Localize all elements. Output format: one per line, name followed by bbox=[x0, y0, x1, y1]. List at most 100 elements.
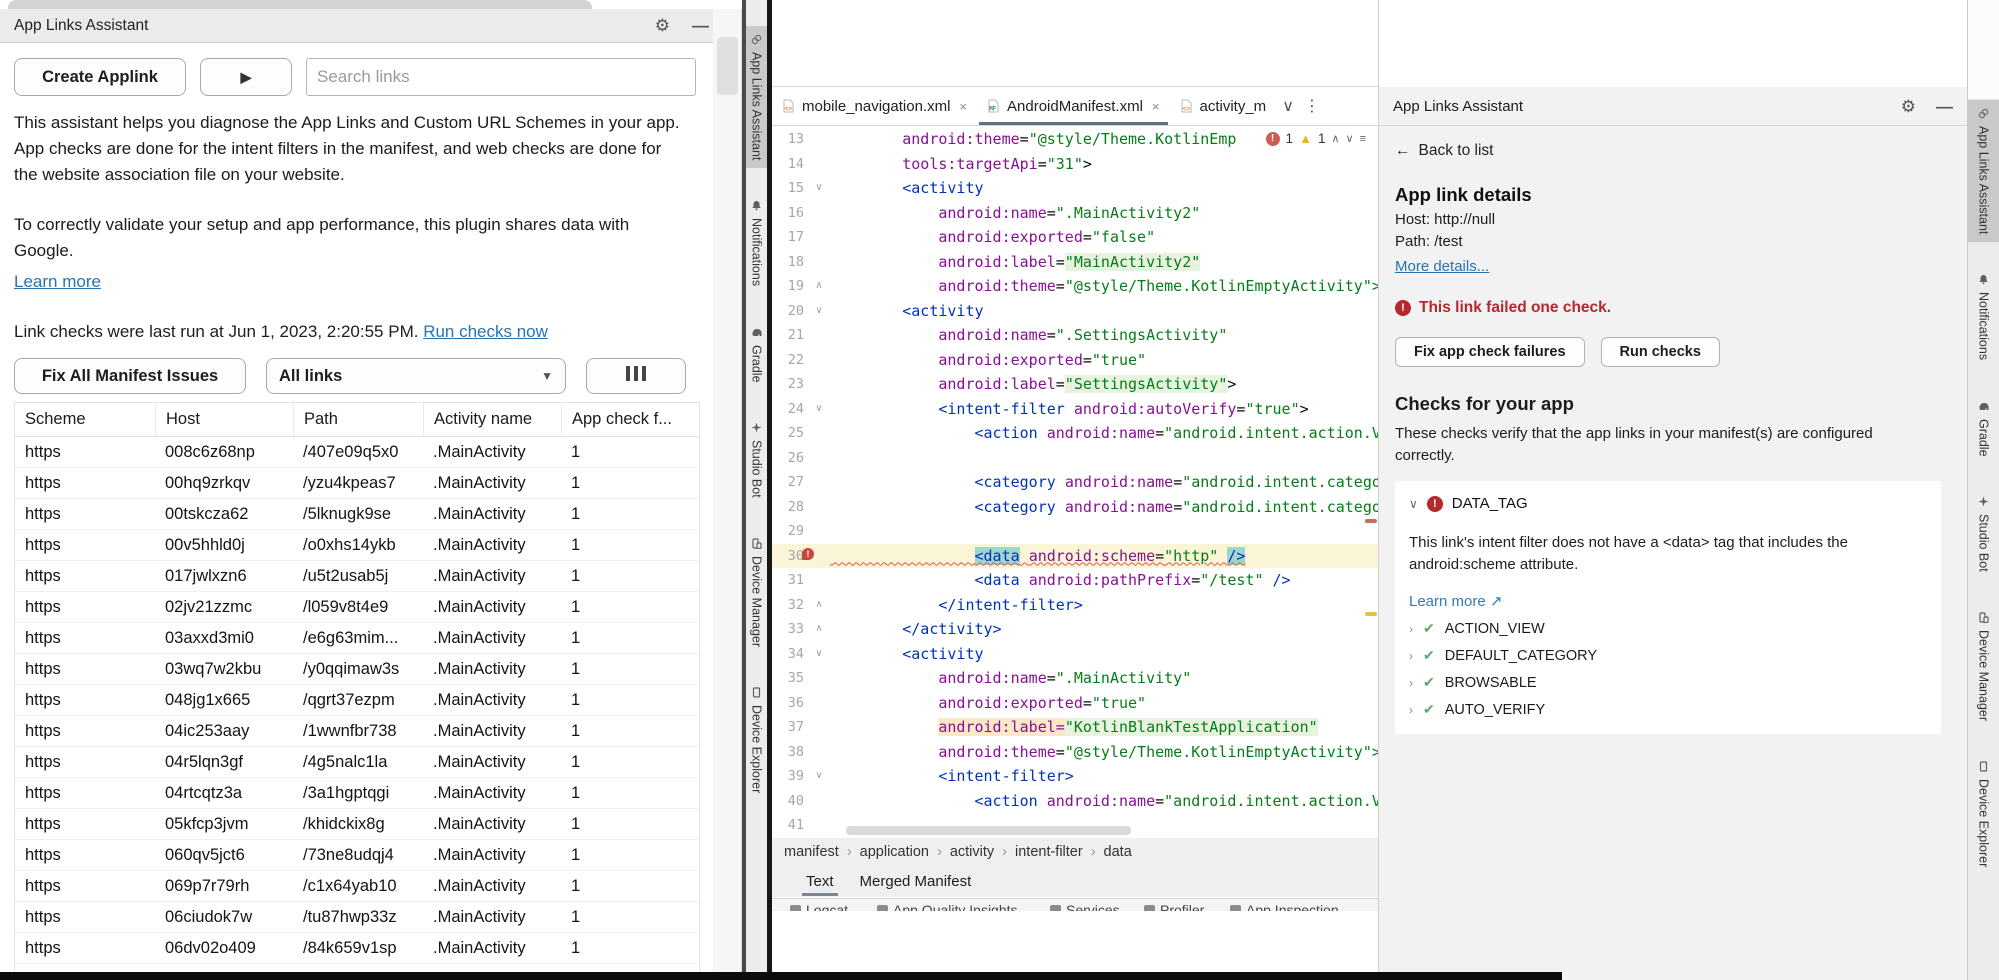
table-row[interactable]: https03wq7w2kbu/y0qqimaw3s.MainActivity1 bbox=[15, 654, 699, 685]
table-row[interactable]: https00hq9zrkqv/yzu4kpeas7.MainActivity1 bbox=[15, 468, 699, 499]
gear-icon[interactable]: ⚙ bbox=[655, 17, 670, 34]
passed-check-auto_verify[interactable]: ›✔AUTO_VERIFY bbox=[1409, 701, 1927, 718]
code-line[interactable]: 19∧ android:theme="@style/Theme.KotlinEm… bbox=[772, 274, 1378, 299]
editor-tab-activity_m[interactable]: <>activity_m bbox=[1170, 87, 1277, 125]
table-row[interactable]: https069p7r79rh/c1x64yab10.MainActivity1 bbox=[15, 871, 699, 902]
docked-panel-titlebar[interactable]: App Links Assistant ⚙ — bbox=[1379, 87, 1967, 126]
horizontal-scrollbar[interactable] bbox=[846, 826, 1131, 835]
code-line[interactable]: 26 bbox=[772, 446, 1378, 471]
sidebar-item-studio-bot[interactable]: Studio Bot bbox=[746, 414, 767, 506]
code-line[interactable]: 21 android:name=".SettingsActivity" bbox=[772, 323, 1378, 348]
table-row[interactable]: https060qv5jct6/73ne8udqj4.MainActivity1 bbox=[15, 840, 699, 871]
learn-more-link[interactable]: Learn more ↗ bbox=[1409, 592, 1927, 610]
links-filter-dropdown[interactable]: All links ▼ bbox=[266, 358, 566, 394]
sidebar-item-device-manager[interactable]: Device Manager bbox=[1968, 604, 1999, 729]
fix-app-check-failures-button[interactable]: Fix app check failures bbox=[1395, 337, 1585, 367]
create-applink-button[interactable]: Create Applink bbox=[14, 58, 186, 96]
tool-window-button-profiler[interactable]: Profiler bbox=[1144, 902, 1204, 911]
tab-merged-manifest[interactable]: Merged Manifest bbox=[860, 866, 972, 897]
breadcrumb-item[interactable]: application bbox=[860, 844, 929, 860]
code-line[interactable]: 17 android:exported="false" bbox=[772, 225, 1378, 250]
passed-check-default_category[interactable]: ›✔DEFAULT_CATEGORY bbox=[1409, 647, 1927, 664]
table-row[interactable]: https04r5lqn3gf/4g5nalc1la.MainActivity1 bbox=[15, 747, 699, 778]
code-line[interactable]: 22 android:exported="true" bbox=[772, 348, 1378, 373]
table-row[interactable]: https048jg1x665/qgrt37ezpm.MainActivity1 bbox=[15, 685, 699, 716]
code-line[interactable]: 30! <data android:scheme="http" /> bbox=[772, 544, 1378, 569]
code-line[interactable]: 40 <action android:name="android.intent.… bbox=[772, 789, 1378, 814]
tool-window-button-services[interactable]: Services bbox=[1050, 902, 1120, 911]
error-balloon-icon[interactable]: ! bbox=[800, 548, 815, 564]
failed-check-row[interactable]: ∨ ! DATA_TAG bbox=[1409, 495, 1927, 512]
minimize-icon[interactable]: — bbox=[1936, 98, 1953, 115]
sidebar-item-notifications[interactable]: Notifications bbox=[746, 192, 767, 294]
sidebar-item-device-explorer[interactable]: Device Explorer bbox=[746, 679, 767, 801]
table-row[interactable]: https00tskcza62/5lknugk9se.MainActivity1 bbox=[15, 499, 699, 530]
table-row[interactable]: https06dv02o409/84k659v1sp.MainActivity1 bbox=[15, 933, 699, 964]
code-line[interactable]: 35 android:name=".MainActivity" bbox=[772, 666, 1378, 691]
columns-button[interactable] bbox=[586, 358, 686, 394]
close-icon[interactable]: × bbox=[959, 99, 967, 114]
minimize-icon[interactable]: — bbox=[692, 17, 709, 34]
code-line[interactable]: 34∨ <activity bbox=[772, 642, 1378, 667]
code-line[interactable]: 39∨ <intent-filter> bbox=[772, 764, 1378, 789]
learn-more-link[interactable]: Learn more bbox=[14, 272, 101, 292]
search-input[interactable] bbox=[306, 58, 696, 96]
fix-all-manifest-issues-button[interactable]: Fix All Manifest Issues bbox=[14, 358, 246, 394]
code-line[interactable]: 38 android:theme="@style/Theme.KotlinEmp… bbox=[772, 740, 1378, 765]
table-row[interactable]: https00v5hhld0j/o0xhs14ykb.MainActivity1 bbox=[15, 530, 699, 561]
run-button[interactable]: ▶ bbox=[200, 58, 292, 96]
chevron-down-icon[interactable]: ∨ bbox=[1409, 497, 1418, 511]
code-line[interactable]: 25 <action android:name="android.intent.… bbox=[772, 421, 1378, 446]
code-line[interactable]: 32∧ </intent-filter> bbox=[772, 593, 1378, 618]
more-details-link[interactable]: More details... bbox=[1395, 258, 1489, 275]
tool-window-button-app-inspection[interactable]: App Inspection bbox=[1230, 902, 1339, 911]
run-checks-button[interactable]: Run checks bbox=[1601, 337, 1720, 367]
table-row[interactable]: https05kfcp3jvm/khidckix8g.MainActivity1 bbox=[15, 809, 699, 840]
sidebar-item-app-links-assistant[interactable]: App Links Assistant bbox=[1968, 100, 1999, 242]
code-line[interactable]: 36 android:exported="true" bbox=[772, 691, 1378, 716]
code-line[interactable]: 20∨ <activity bbox=[772, 299, 1378, 324]
kebab-menu-icon[interactable]: ⋮ bbox=[1304, 96, 1320, 116]
floating-window-titlebar[interactable]: App Links Assistant ⚙ — bbox=[0, 9, 741, 43]
breadcrumb-item[interactable]: data bbox=[1104, 844, 1132, 860]
scrollbar-thumb[interactable] bbox=[717, 37, 738, 95]
table-row[interactable]: https03axxd3mi0/e6g63mim....MainActivity… bbox=[15, 623, 699, 654]
sidebar-item-gradle[interactable]: Gradle bbox=[746, 319, 767, 391]
code-line[interactable]: 37 android:label="KotlinBlankTestApplica… bbox=[772, 715, 1378, 740]
table-row[interactable]: https04rtcqtz3a/3a1hgptqgi.MainActivity1 bbox=[15, 778, 699, 809]
editor-area[interactable]: <>mobile_navigation.xml×MFAndroidManifes… bbox=[772, 0, 1378, 980]
code-line[interactable]: 16 android:name=".MainActivity2" bbox=[772, 201, 1378, 226]
sidebar-item-app-links-assistant[interactable]: App Links Assistant bbox=[746, 26, 767, 168]
tab-text[interactable]: Text bbox=[806, 866, 834, 897]
code-line[interactable]: 23 android:label="SettingsActivity"> bbox=[772, 372, 1378, 397]
sidebar-item-gradle[interactable]: Gradle bbox=[1968, 393, 1999, 465]
gear-icon[interactable]: ⚙ bbox=[1901, 98, 1916, 115]
chevron-down-icon[interactable]: ∨ bbox=[1282, 96, 1294, 116]
prev-issue-icon[interactable]: ∧ bbox=[1331, 132, 1339, 145]
code-line[interactable]: 24∨ <intent-filter android:autoVerify="t… bbox=[772, 397, 1378, 422]
code-line[interactable]: 27 <category android:name="android.inten… bbox=[772, 470, 1378, 495]
table-row[interactable]: https04ic253aay/1wwnfbr738.MainActivity1 bbox=[15, 716, 699, 747]
code-line[interactable]: 14 tools:targetApi="31"> bbox=[772, 152, 1378, 177]
sidebar-item-device-manager[interactable]: Device Manager bbox=[746, 530, 767, 655]
table-row[interactable]: https06ciudok7w/tu87hwp33z.MainActivity1 bbox=[15, 902, 699, 933]
code-line[interactable]: 15∨ <activity bbox=[772, 176, 1378, 201]
sidebar-item-notifications[interactable]: Notifications bbox=[1968, 266, 1999, 368]
table-row[interactable]: https017jwlxzn6/u5t2usab5j.MainActivity1 bbox=[15, 561, 699, 592]
code-line[interactable]: 29 bbox=[772, 519, 1378, 544]
error-stripe-mark[interactable] bbox=[1365, 519, 1377, 523]
tool-window-button-logcat[interactable]: Logcat bbox=[790, 902, 848, 911]
links-table-header[interactable]: SchemeHostPathActivity nameApp check f..… bbox=[15, 403, 699, 437]
breadcrumb-item[interactable]: manifest bbox=[784, 844, 839, 860]
back-to-list-link[interactable]: ← Back to list bbox=[1395, 142, 1949, 160]
editor-tab-AndroidManifest-xml[interactable]: MFAndroidManifest.xml× bbox=[977, 87, 1169, 125]
breadcrumb-item[interactable]: activity bbox=[950, 844, 994, 860]
code-line[interactable]: 31 <data android:pathPrefix="/test" /> bbox=[772, 568, 1378, 593]
sidebar-item-studio-bot[interactable]: Studio Bot bbox=[1968, 488, 1999, 580]
table-row[interactable]: https02jv21zzmc/l059v8t4e9.MainActivity1 bbox=[15, 592, 699, 623]
passed-check-action_view[interactable]: ›✔ACTION_VIEW bbox=[1409, 620, 1927, 637]
passed-check-browsable[interactable]: ›✔BROWSABLE bbox=[1409, 674, 1927, 691]
inspection-menu-icon[interactable]: ≡ bbox=[1360, 133, 1366, 145]
close-icon[interactable]: × bbox=[1152, 99, 1160, 114]
code-line[interactable]: 18 android:label="MainActivity2" bbox=[772, 250, 1378, 275]
